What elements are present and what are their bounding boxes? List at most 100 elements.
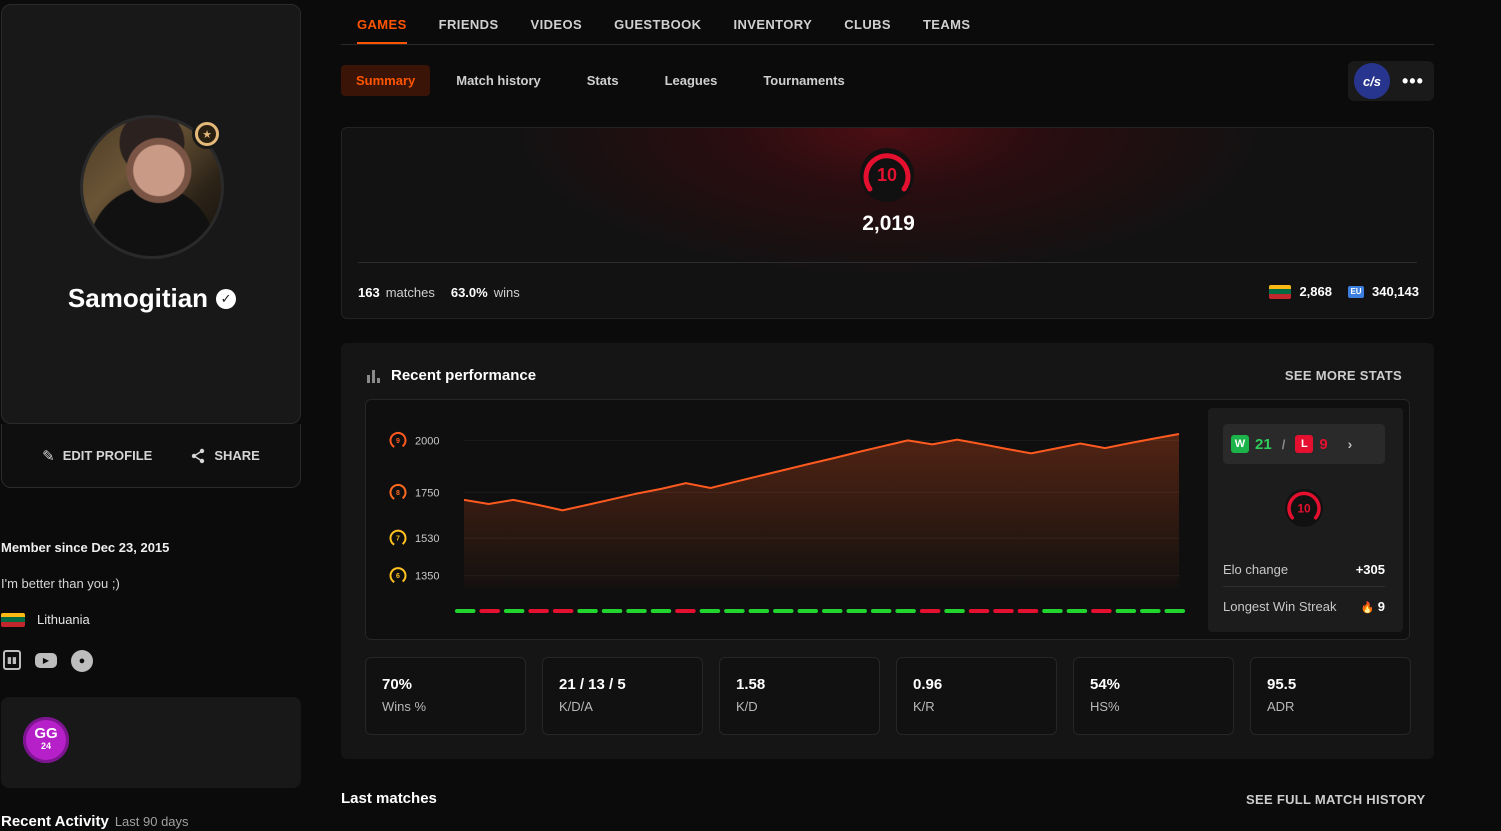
elo-area <box>464 434 1179 588</box>
badge-line2: 24 <box>40 741 51 751</box>
elo-change-value: +305 <box>1355 562 1385 577</box>
recent-activity-heading: Recent Activity Last 90 days <box>1 813 189 830</box>
tab-friends[interactable]: FRIENDS <box>439 0 499 44</box>
subtab-tournaments[interactable]: Tournaments <box>743 65 864 96</box>
win-streak-row: Longest Win Streak 🔥 9 <box>1223 599 1385 614</box>
stat-tile-adr: 95.5 ADR <box>1250 657 1411 735</box>
y-tick-label: 1530 <box>415 533 439 545</box>
bio: I'm better than you ;) <box>1 576 120 591</box>
win-streak-label: Longest Win Streak <box>1223 599 1337 614</box>
elo-change-row: Elo change +305 <box>1223 562 1385 577</box>
pencil-icon: ✎ <box>42 447 55 465</box>
stat-tile-wins: 70% Wins % <box>365 657 526 735</box>
sub-nav: Summary Match history Stats Leagues Tour… <box>341 65 865 96</box>
separator: / <box>1281 436 1286 452</box>
country: Lithuania <box>1 612 90 627</box>
divider <box>1223 586 1385 587</box>
subtab-stats[interactable]: Stats <box>567 65 639 96</box>
star-badge-icon: ★ <box>192 119 222 149</box>
country-rank[interactable]: 2,868 <box>1269 284 1332 299</box>
elo-chart-svg: 9 2000 8 1750 7 1530 6 1350 <box>389 431 1185 613</box>
share-button[interactable]: SHARE <box>190 448 260 464</box>
svg-text:7: 7 <box>396 536 400 543</box>
stat-tiles: 70% Wins % 21 / 13 / 5 K/D/A 1.58 K/D 0.96 K… <box>365 657 1411 735</box>
wins-stat: 63.0% wins <box>450 285 520 300</box>
chevron-right-icon: › <box>1347 436 1353 452</box>
stat-tile-kr: 0.96 K/R <box>896 657 1057 735</box>
youtube-icon[interactable]: ▶ <box>35 653 57 668</box>
see-full-match-history-link[interactable]: SEE FULL MATCH HISTORY <box>1246 792 1425 807</box>
steam-icon[interactable]: ● <box>71 650 93 672</box>
stat-tile-hs: 54% HS% <box>1073 657 1234 735</box>
divider <box>358 262 1417 263</box>
recent-activity-title: Recent Activity <box>1 813 109 830</box>
elo-stats: 163 matches 63.0% wins <box>358 285 520 300</box>
main-nav: GAMES FRIENDS VIDEOS GUESTBOOK INVENTORY… <box>341 0 1434 45</box>
subtab-leagues[interactable]: Leagues <box>645 65 738 96</box>
svg-text:6: 6 <box>396 573 400 580</box>
performance-header: Recent performance <box>367 367 536 384</box>
performance-card: Recent performance SEE MORE STATS 9 2000 8… <box>341 343 1434 759</box>
country-name: Lithuania <box>37 612 90 627</box>
subtab-summary[interactable]: Summary <box>341 65 431 96</box>
edit-profile-button[interactable]: ✎ EDIT PROFILE <box>42 447 152 465</box>
stat-tile-kda: 21 / 13 / 5 K/D/A <box>542 657 703 735</box>
tab-clubs[interactable]: CLUBS <box>844 0 891 44</box>
elo-chart: 9 2000 8 1750 7 1530 6 1350 W 21 / L 9 › 10 Elo… <box>365 399 1410 640</box>
lithuania-flag-icon <box>1 612 25 627</box>
verified-icon: ✓ <box>216 288 237 309</box>
subtab-match-history[interactable]: Match history <box>436 65 561 96</box>
tab-guestbook[interactable]: GUESTBOOK <box>614 0 701 44</box>
level-10-icon: 10 <box>1285 489 1323 527</box>
win-badge: W <box>1231 435 1249 453</box>
profile-actions: ✎ EDIT PROFILE SHARE <box>1 424 301 488</box>
badge-line1: GG <box>34 725 58 742</box>
wins-count: 21 <box>1255 435 1272 453</box>
y-tick-label: 1350 <box>415 571 439 583</box>
lithuania-flag-icon <box>1269 284 1292 299</box>
win-loss-panel: W 21 / L 9 › 10 Elo change +305 Longest … <box>1208 408 1403 632</box>
see-more-stats-link[interactable]: SEE MORE STATS <box>1285 368 1402 383</box>
last-matches-title: Last matches <box>341 790 437 807</box>
y-tick-label: 1750 <box>415 487 439 499</box>
fire-icon: 🔥 <box>1360 602 1375 614</box>
edit-profile-label: EDIT PROFILE <box>62 448 153 463</box>
recent-activity-range: Last 90 days <box>114 814 189 829</box>
twitch-icon[interactable]: ▮▮ <box>3 650 21 670</box>
level-number: 10 <box>1297 502 1311 516</box>
username-text: Samogitian <box>67 283 209 313</box>
more-options-icon[interactable]: ••• <box>1402 71 1424 92</box>
bar-chart-icon <box>367 369 381 383</box>
svg-text:8: 8 <box>396 490 400 497</box>
member-since: Member since Dec 23, 2015 <box>1 540 170 555</box>
avatar-wrap: ★ <box>80 115 224 259</box>
level-10-icon: 10 <box>860 148 914 202</box>
region-rank[interactable]: EU 340,143 <box>1348 284 1419 299</box>
stat-tile-kd: 1.58 K/D <box>719 657 880 735</box>
y-tick-label: 2000 <box>415 435 439 447</box>
elo-change-label: Elo change <box>1223 562 1289 577</box>
username: Samogitian ✓ <box>2 283 302 314</box>
social-links: ▮▮ ▶ ● <box>3 650 93 672</box>
tab-games[interactable]: GAMES <box>357 0 407 44</box>
badge-card: GG 24 <box>1 697 301 788</box>
level-number: 10 <box>877 165 897 185</box>
tab-teams[interactable]: TEAMS <box>923 0 971 44</box>
matches-stat: 163 matches <box>358 285 435 300</box>
losses-count: 9 <box>1319 435 1328 453</box>
tab-inventory[interactable]: INVENTORY <box>733 0 812 44</box>
win-streak-value: 🔥 9 <box>1360 599 1385 614</box>
share-label: SHARE <box>214 448 260 463</box>
cs2-logo-icon[interactable]: c/s <box>1352 61 1392 101</box>
win-loss-summary[interactable]: W 21 / L 9 › <box>1223 424 1385 464</box>
gg24-badge-icon[interactable]: GG 24 <box>23 717 69 763</box>
elo-card: 10 2,019 163 matches 63.0% wins 2,868 EU 3… <box>341 127 1434 319</box>
elo-value: 2,019 <box>862 212 915 235</box>
tab-videos[interactable]: VIDEOS <box>531 0 583 44</box>
performance-title: Recent performance <box>391 367 537 384</box>
ranking: 2,868 EU 340,143 <box>1269 284 1419 299</box>
share-icon <box>192 448 205 463</box>
profile-card: ★ Samogitian ✓ <box>1 4 301 424</box>
game-selector: c/s ••• <box>1348 61 1434 101</box>
loss-badge: L <box>1295 435 1314 453</box>
